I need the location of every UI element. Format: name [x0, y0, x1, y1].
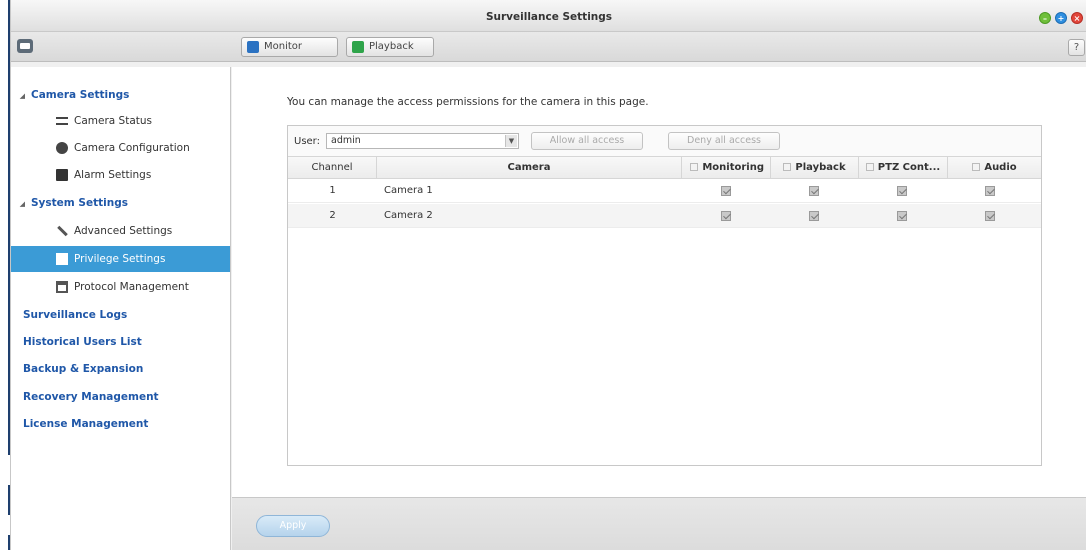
channel-cell: 2 — [329, 210, 336, 221]
user-icon — [56, 253, 68, 265]
sidebar-item-advanced-settings[interactable]: Advanced Settings — [11, 218, 230, 244]
user-label: User: — [294, 136, 320, 147]
sidebar-item-backup-expansion[interactable]: Backup & Expansion — [11, 356, 230, 382]
column-header-label: PTZ Cont... — [877, 162, 941, 173]
footer-bar: Apply — [232, 497, 1086, 550]
collapse-triangle-icon: ◢ — [19, 92, 25, 100]
wrench-icon — [57, 225, 68, 237]
sidebar-item-historical-users-list[interactable]: Historical Users List — [11, 329, 230, 355]
monitor-icon — [247, 41, 259, 53]
alarm-icon — [56, 169, 68, 181]
sidebar-item-label: Camera Configuration — [74, 142, 190, 154]
sidebar-item-label: Privilege Settings — [74, 253, 166, 265]
panel-toolbar: User: admin ▼ Allow all access Deny all … — [288, 126, 1041, 156]
user-select[interactable]: admin ▼ — [326, 133, 519, 149]
monitoring-checkbox[interactable] — [721, 211, 731, 221]
column-header-label: Camera — [507, 162, 551, 173]
sidebar: ◢ Camera Settings Camera Status Camera Co… — [11, 67, 231, 550]
column-header-playback[interactable]: Playback — [771, 157, 859, 178]
collapse-triangle-icon: ◢ — [19, 200, 25, 208]
camera-cell: Camera 2 — [384, 210, 433, 221]
menu-icon[interactable] — [17, 39, 33, 53]
monitor-label: Monitor — [264, 41, 303, 52]
maximize-button[interactable]: + — [1055, 12, 1067, 24]
sidebar-item-label: Protocol Management — [74, 281, 189, 293]
sidebar-item-label: Camera Status — [74, 115, 153, 127]
sidebar-group-label: Camera Settings — [31, 89, 130, 101]
sidebar-item-privilege-settings[interactable]: Privilege Settings — [11, 246, 230, 272]
list-icon — [56, 117, 68, 125]
permissions-panel: User: admin ▼ Allow all access Deny all … — [287, 125, 1042, 466]
table-header: Channel Camera Monitoring Playback PTZ C… — [288, 156, 1041, 179]
network-icon — [56, 281, 68, 293]
playback-button[interactable]: Playback — [346, 37, 434, 57]
column-header-monitoring[interactable]: Monitoring — [682, 157, 771, 178]
desktop-edge — [0, 0, 10, 550]
window-title: Surveillance Settings — [485, 11, 613, 23]
select-all-checkbox[interactable] — [690, 163, 699, 171]
column-header-audio[interactable]: Audio — [948, 157, 1041, 178]
main-content: You can manage the access permissions fo… — [232, 67, 1086, 497]
column-header-channel[interactable]: Channel — [288, 157, 377, 178]
page-description: You can manage the access permissions fo… — [287, 96, 649, 108]
sidebar-item-protocol-management[interactable]: Protocol Management — [11, 274, 230, 300]
help-button[interactable]: ? — [1068, 39, 1085, 56]
sidebar-item-camera-status[interactable]: Camera Status — [11, 108, 230, 134]
ptz-checkbox[interactable] — [897, 186, 907, 196]
column-header-label: Monitoring — [702, 162, 764, 173]
playback-label: Playback — [369, 41, 414, 52]
audio-checkbox[interactable] — [985, 211, 995, 221]
table-row[interactable]: 2 Camera 2 — [288, 204, 1041, 228]
camera-icon — [56, 142, 68, 154]
sidebar-item-recovery-management[interactable]: Recovery Management — [11, 384, 230, 410]
user-select-value: admin — [331, 135, 361, 146]
audio-checkbox[interactable] — [985, 186, 995, 196]
title-bar: Surveillance Settings – + × — [11, 0, 1086, 32]
sidebar-item-label: Alarm Settings — [74, 169, 152, 181]
column-header-camera[interactable]: Camera — [377, 157, 682, 178]
minimize-button[interactable]: – — [1039, 12, 1051, 24]
allow-all-access-button[interactable]: Allow all access — [531, 132, 643, 150]
monitor-button[interactable]: Monitor — [241, 37, 338, 57]
sidebar-item-alarm-settings[interactable]: Alarm Settings — [11, 162, 230, 188]
select-all-checkbox[interactable] — [865, 163, 874, 171]
column-header-label: Audio — [984, 162, 1017, 173]
column-header-label: Channel — [311, 162, 353, 173]
surveillance-settings-window: Surveillance Settings – + × Monitor Play… — [10, 0, 1086, 550]
column-header-ptz[interactable]: PTZ Cont... — [859, 157, 948, 178]
deny-all-access-button[interactable]: Deny all access — [668, 132, 780, 150]
ptz-checkbox[interactable] — [897, 211, 907, 221]
channel-cell: 1 — [329, 185, 336, 196]
close-button[interactable]: × — [1071, 12, 1083, 24]
sidebar-group-camera-settings[interactable]: ◢ Camera Settings — [11, 82, 230, 108]
camera-cell: Camera 1 — [384, 185, 433, 196]
column-header-label: Playback — [795, 162, 846, 173]
playback-checkbox[interactable] — [809, 186, 819, 196]
playback-checkbox[interactable] — [809, 211, 819, 221]
sidebar-item-surveillance-logs[interactable]: Surveillance Logs — [11, 302, 230, 328]
select-all-checkbox[interactable] — [972, 163, 981, 171]
chevron-down-icon[interactable]: ▼ — [505, 135, 517, 147]
sidebar-group-label: System Settings — [31, 197, 128, 209]
toolbar: Monitor Playback ? — [11, 32, 1086, 62]
sidebar-item-camera-configuration[interactable]: Camera Configuration — [11, 135, 230, 161]
select-all-checkbox[interactable] — [783, 163, 792, 171]
sidebar-group-system-settings[interactable]: ◢ System Settings — [11, 190, 230, 216]
apply-button[interactable]: Apply — [256, 515, 330, 537]
monitoring-checkbox[interactable] — [721, 186, 731, 196]
sidebar-item-license-management[interactable]: License Management — [11, 411, 230, 437]
sidebar-item-label: Advanced Settings — [74, 225, 173, 237]
playback-icon — [352, 41, 364, 53]
table-row[interactable]: 1 Camera 1 — [288, 179, 1041, 203]
